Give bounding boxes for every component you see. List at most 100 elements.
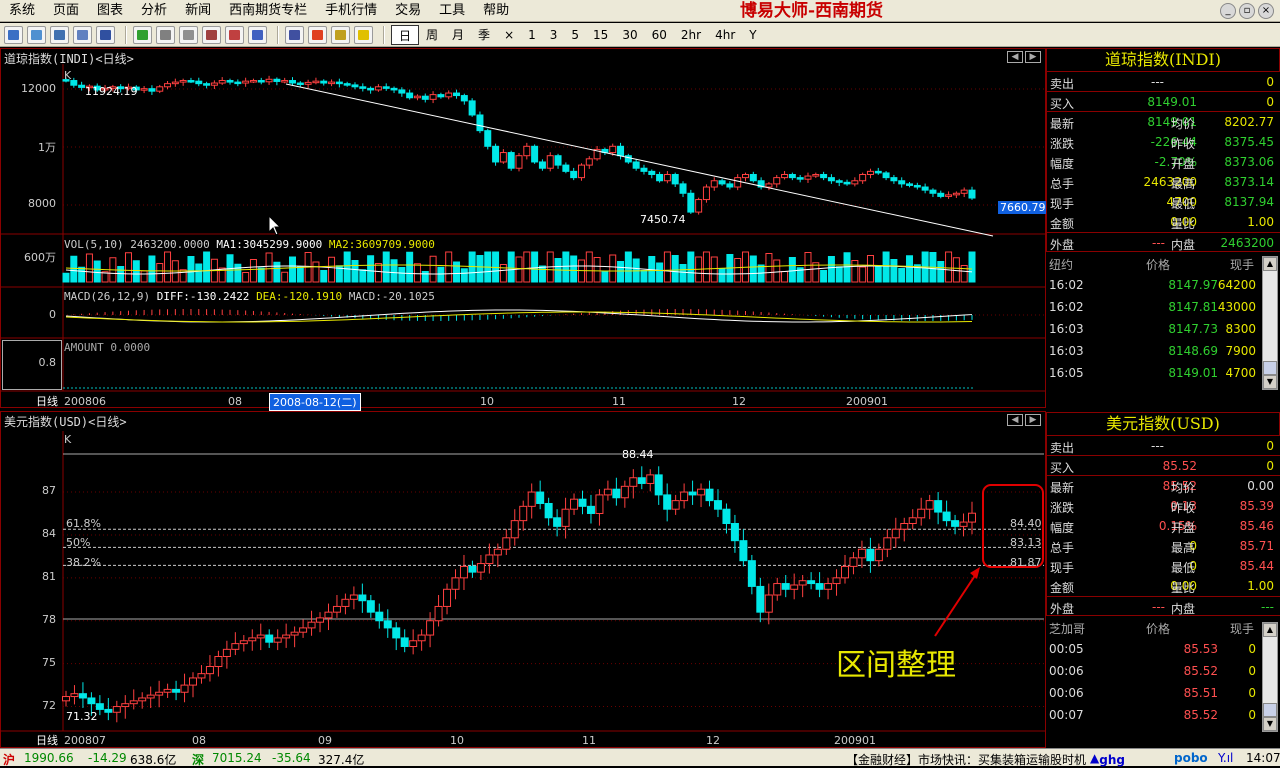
menu-item-0[interactable]: 系统 — [0, 0, 44, 22]
usd-candle — [527, 491, 536, 507]
news-ticker[interactable]: 【金融财经】市场快讯：买集装箱运输股时机 — [846, 751, 1086, 768]
period-13[interactable]: Y — [742, 25, 763, 45]
menu-item-6[interactable]: 手机行情 — [316, 0, 386, 22]
menu-item-8[interactable]: 工具 — [430, 0, 474, 22]
dow-chart[interactable] — [0, 48, 1046, 408]
alarm-icon[interactable] — [308, 25, 327, 44]
vol-bar — [882, 251, 890, 283]
usd-candle — [764, 594, 773, 613]
period-5[interactable]: 1 — [521, 25, 543, 45]
usd-candle — [942, 511, 951, 522]
menu-items: 系统 页面 图表 分析 新闻 西南期货专栏 手机行情 交易 工具 帮助 — [0, 0, 518, 22]
period-0[interactable]: 日 — [391, 24, 420, 45]
scroll-up-icon[interactable]: ▲ — [1263, 623, 1277, 637]
period-10[interactable]: 60 — [645, 25, 674, 45]
vol-ma2: MA2:3609709.9000 — [328, 238, 435, 251]
scroll-thumb[interactable] — [1263, 703, 1277, 717]
report-icon[interactable] — [73, 25, 92, 44]
period-12[interactable]: 4hr — [708, 25, 742, 45]
multi-window-icon[interactable] — [27, 25, 46, 44]
macd-title: MACD(26,12,9) DIFF:-130.2422 DEA:-120.19… — [64, 290, 435, 303]
usd-candle — [620, 485, 629, 499]
usd-k-label: K — [64, 433, 72, 446]
period-1[interactable]: 周 — [419, 25, 445, 45]
period-3[interactable]: 季 — [471, 25, 497, 45]
zoom-in-icon[interactable] — [156, 25, 175, 44]
stat-label: 均价 — [1171, 117, 1196, 131]
scroll-down-icon[interactable]: ▼ — [1263, 375, 1277, 389]
period-11[interactable]: 2hr — [674, 25, 708, 45]
dow-candle — [890, 177, 898, 182]
restore-icon[interactable]: ▫ — [1239, 3, 1255, 19]
macd-ytick: 0 — [49, 308, 56, 321]
dow-candle — [562, 164, 570, 172]
lightning-icon[interactable] — [354, 25, 373, 44]
vol-bar — [195, 263, 203, 283]
draw-icon[interactable] — [285, 25, 304, 44]
period-6[interactable]: 3 — [543, 25, 565, 45]
vol-bar — [538, 265, 546, 283]
usd-tick-scrollbar[interactable]: ▲ ▼ — [1262, 622, 1278, 732]
tick-header-col3: 现手 — [1230, 258, 1255, 272]
sh-change: -14.29 — [88, 751, 127, 765]
refresh-icon[interactable] — [133, 25, 152, 44]
vol-bar — [781, 271, 789, 283]
vol-ytick: 600万 — [24, 251, 56, 264]
usd-ytick: 87 — [42, 484, 56, 498]
sell-price: --- — [1151, 439, 1164, 453]
tick-row: 16:02 8147.81 43000 — [1046, 296, 1280, 318]
dow-candle — [476, 114, 484, 132]
tick-header-col1: 芝加哥 — [1049, 622, 1086, 636]
f10-icon[interactable] — [96, 25, 115, 44]
menu-item-7[interactable]: 交易 — [386, 0, 430, 22]
export-icon[interactable] — [248, 25, 267, 44]
menu-item-4[interactable]: 新闻 — [176, 0, 220, 22]
menu-item-3[interactable]: 分析 — [132, 0, 176, 22]
usd-candle — [248, 637, 257, 642]
vol-bar — [820, 270, 828, 283]
quote-list-icon[interactable] — [4, 25, 23, 44]
period-2[interactable]: 月 — [445, 25, 471, 45]
status-bar: 沪 1990.66 -14.29 638.6亿 深 7015.24 -35.64… — [0, 748, 1280, 768]
sz-change: -35.64 — [272, 751, 311, 765]
table-icon[interactable] — [50, 25, 69, 44]
dow-candle — [289, 80, 296, 84]
dow-candle — [492, 145, 500, 163]
usd-chart[interactable] — [0, 411, 1046, 748]
user-status[interactable]: ▲ ghg — [1090, 751, 1125, 767]
dow-tick-scrollbar[interactable]: ▲ ▼ — [1262, 256, 1278, 390]
usd-candle — [459, 565, 468, 579]
usd-candle — [697, 488, 706, 496]
tick-vol: 43000 — [1217, 300, 1256, 314]
dow-candle — [421, 95, 429, 100]
dow-candle — [820, 173, 828, 179]
menu-item-5[interactable]: 西南期货专栏 — [220, 0, 316, 22]
close-icon[interactable]: × — [1258, 3, 1274, 19]
menu-item-1[interactable]: 页面 — [44, 0, 88, 22]
vol-bar — [413, 263, 421, 283]
dow-candle — [913, 184, 921, 188]
dow-candle — [960, 189, 968, 194]
menu-item-2[interactable]: 图表 — [88, 0, 132, 22]
period-9[interactable]: 30 — [615, 25, 644, 45]
period-8[interactable]: 15 — [586, 25, 615, 45]
dow-candle — [179, 80, 187, 83]
period-4[interactable]: × — [497, 25, 521, 45]
minimize-icon[interactable]: _ — [1220, 3, 1236, 19]
indicator-icon[interactable] — [331, 25, 350, 44]
vol-bar — [835, 266, 843, 283]
jump-icon[interactable] — [225, 25, 244, 44]
period-7[interactable]: 5 — [564, 25, 586, 45]
usd-candle — [680, 491, 689, 502]
usd-quote-title: 美元指数(USD) — [1046, 412, 1280, 436]
scroll-thumb[interactable] — [1263, 361, 1277, 375]
cursor-icon[interactable] — [202, 25, 221, 44]
zoom-out-icon[interactable] — [179, 25, 198, 44]
menu-bar: 系统 页面 图表 分析 新闻 西南期货专栏 手机行情 交易 工具 帮助 博易大师-西南期货 _ ▫… — [0, 0, 1280, 22]
dow-candle — [164, 83, 172, 88]
scroll-down-icon[interactable]: ▼ — [1263, 717, 1277, 731]
menu-item-9[interactable]: 帮助 — [474, 0, 518, 22]
usd-candle — [891, 528, 900, 539]
usd-high-label: 88.44 — [622, 448, 654, 461]
scroll-up-icon[interactable]: ▲ — [1263, 257, 1277, 271]
